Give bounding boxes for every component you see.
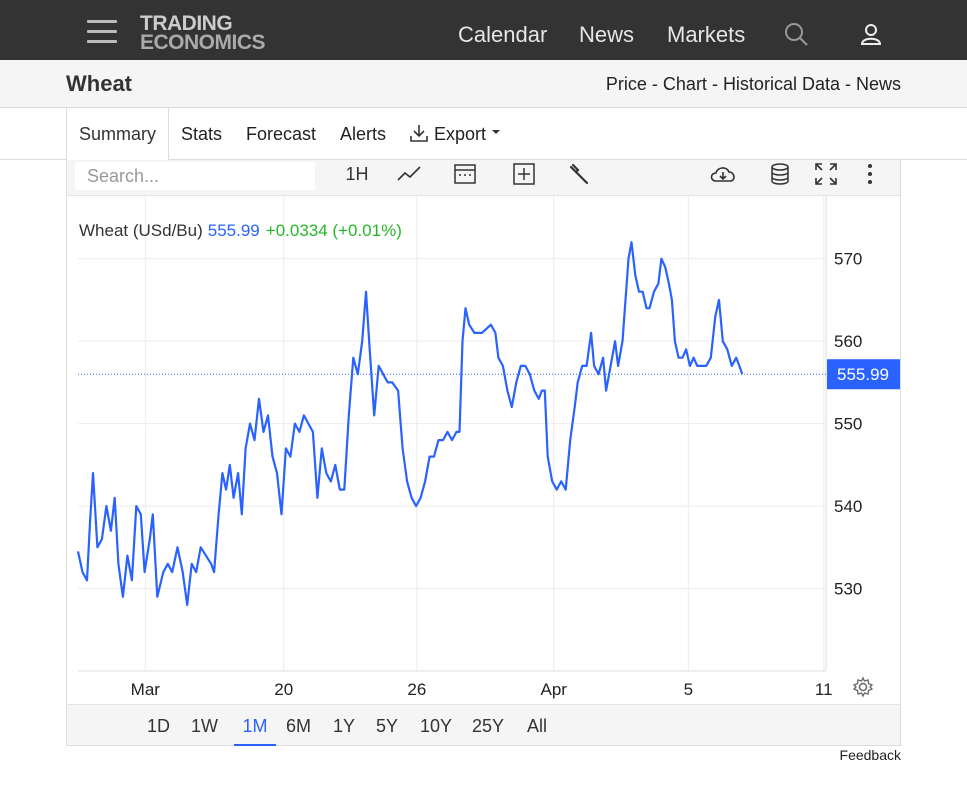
y-tick-label: 530 — [834, 580, 862, 599]
x-tick-label: 11 — [815, 680, 833, 699]
interval-button[interactable]: 1H — [343, 160, 371, 188]
chart-widget: 1H 530 540 550 560 570 Mar 20 26 Apr 5 11 555.99 Wh… — [66, 160, 901, 746]
range-button-all[interactable]: All — [527, 716, 547, 737]
calendar-icon[interactable] — [451, 160, 479, 188]
caret-down-icon — [492, 130, 501, 134]
y-tick-label: 550 — [834, 415, 862, 434]
top-navigation-bar: TRADING ECONOMICS Calendar News Markets — [0, 0, 967, 60]
chart-legend: Wheat (USd/Bu) 555.99 +0.0334 (+0.01%) — [79, 221, 402, 241]
range-button-1w[interactable]: 1W — [191, 716, 218, 737]
y-tick-label: 560 — [834, 332, 862, 351]
tabs-row: Summary Stats Forecast Alerts Export — [0, 108, 967, 161]
last-price-label: 555.99 — [837, 365, 889, 384]
x-tick-label: 20 — [274, 680, 293, 699]
logo[interactable]: TRADING ECONOMICS — [140, 13, 266, 54]
link-separator: - — [839, 74, 856, 94]
price-chart-svg: 530 540 550 560 570 Mar 20 26 Apr 5 11 555.99 — [76, 196, 900, 699]
link-separator: - — [646, 74, 663, 94]
range-button-6m[interactable]: 6M — [286, 716, 311, 737]
nav-news[interactable]: News — [579, 22, 634, 48]
range-selector: 1D 1W 1M 6M 1Y 5Y 10Y 25Y All — [67, 704, 900, 746]
range-button-5y[interactable]: 5Y — [376, 716, 398, 737]
logo-line-2: ECONOMICS — [140, 31, 266, 54]
link-chart[interactable]: Chart — [663, 74, 707, 94]
price-chart[interactable]: 530 540 550 560 570 Mar 20 26 Apr 5 11 555.99 Wheat… — [67, 196, 900, 704]
section-links: Price - Chart - Historical Data - News — [606, 74, 901, 95]
legend-name: Wheat (USd/Bu) — [79, 221, 203, 240]
page-title: Wheat — [66, 71, 132, 96]
more-icon[interactable] — [861, 160, 879, 188]
link-separator: - — [706, 74, 723, 94]
download-icon — [410, 125, 428, 142]
legend-price: 555.99 — [207, 221, 260, 240]
legend-change: +0.0334 (+0.01%) — [265, 221, 402, 240]
y-tick-label: 540 — [834, 497, 862, 516]
feedback-link[interactable]: Feedback — [840, 747, 901, 763]
database-icon[interactable] — [767, 160, 793, 188]
x-tick-label: Apr — [540, 680, 567, 699]
user-icon[interactable] — [857, 20, 885, 48]
range-button-1d[interactable]: 1D — [147, 716, 170, 737]
y-tick-label: 570 — [834, 250, 862, 269]
link-news[interactable]: News — [856, 74, 901, 94]
export-label: Export — [434, 124, 487, 144]
x-tick-label: 5 — [684, 680, 693, 699]
tab-summary[interactable]: Summary — [66, 108, 170, 161]
x-tick-label: Mar — [131, 680, 161, 699]
add-indicator-icon[interactable] — [510, 160, 538, 188]
search-icon[interactable] — [782, 20, 810, 48]
line-chart-icon[interactable] — [395, 160, 423, 188]
link-price[interactable]: Price — [606, 74, 647, 94]
tab-alerts[interactable]: Alerts — [340, 108, 386, 160]
tab-stats[interactable]: Stats — [181, 108, 222, 160]
wrench-icon[interactable] — [565, 160, 593, 188]
menu-icon[interactable] — [87, 19, 117, 45]
fullscreen-icon[interactable] — [813, 160, 839, 188]
range-button-1m[interactable]: 1M — [234, 716, 276, 746]
cloud-download-icon[interactable] — [707, 160, 739, 188]
range-button-1y[interactable]: 1Y — [333, 716, 355, 737]
symbol-search-input[interactable] — [75, 162, 315, 190]
x-tick-label: 26 — [407, 680, 426, 699]
tab-forecast[interactable]: Forecast — [246, 108, 316, 160]
sub-header: Wheat Price - Chart - Historical Data - … — [0, 60, 967, 108]
chart-toolbar: 1H — [67, 160, 900, 196]
range-button-10y[interactable]: 10Y — [420, 716, 452, 737]
nav-markets[interactable]: Markets — [667, 22, 745, 48]
range-button-25y[interactable]: 25Y — [472, 716, 504, 737]
link-historical-data[interactable]: Historical Data — [723, 74, 840, 94]
export-button[interactable]: Export — [409, 108, 501, 160]
chart-settings-icon[interactable] — [852, 676, 874, 698]
nav-calendar[interactable]: Calendar — [458, 22, 547, 48]
